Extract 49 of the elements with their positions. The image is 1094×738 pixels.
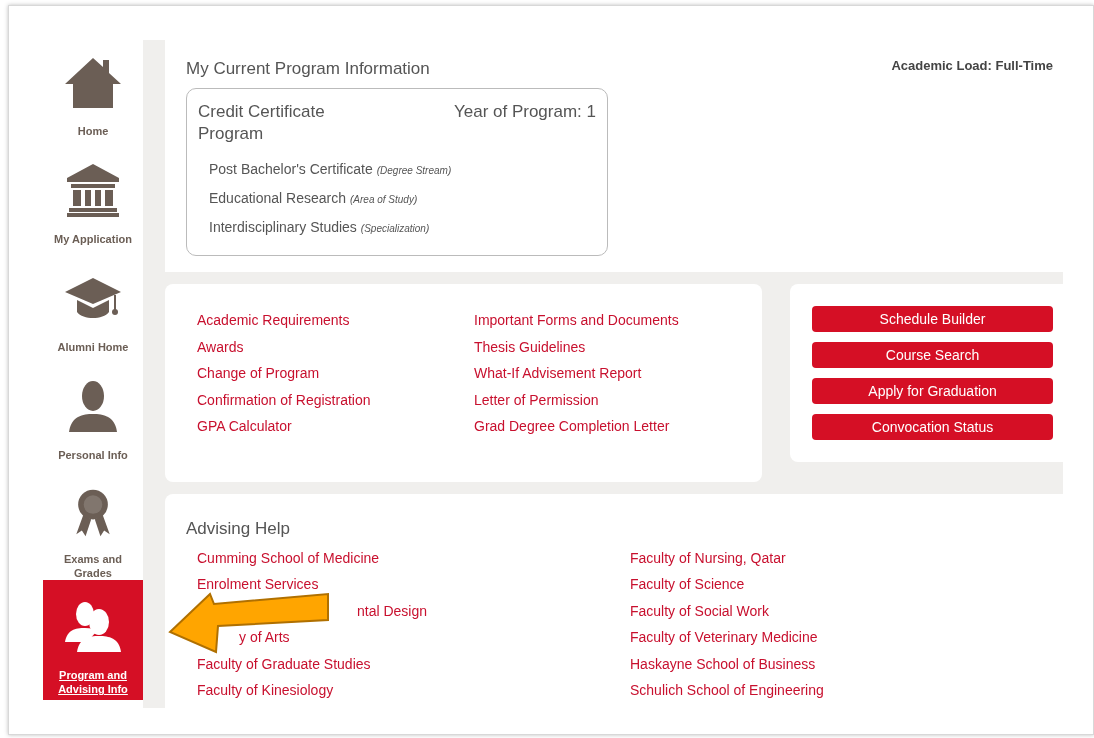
advising-link[interactable]: Faculty of Veterinary Medicine (630, 628, 818, 647)
link[interactable]: Grad Degree Completion Letter (474, 417, 679, 436)
year-of-program: Year of Program: 1 (453, 100, 596, 123)
academic-load: Academic Load: Full-Time (891, 57, 1053, 75)
advising-link[interactable]: y of Arts (239, 628, 290, 647)
action-button[interactable]: Schedule Builder (812, 306, 1053, 332)
detail-note: (Specialization) (360, 221, 430, 236)
link[interactable]: Awards (197, 337, 474, 356)
sidebar-item[interactable]: Alumni Home (43, 256, 143, 364)
link[interactable]: Confirmation of Registration (197, 390, 474, 409)
section-title: Advising Help (186, 519, 290, 538)
program-detail: Educational Research (209, 188, 346, 208)
detail-note: (Area of Study) (350, 192, 418, 207)
action-button[interactable]: Course Search (812, 342, 1053, 368)
sidebar-item[interactable]: Personal Info (43, 364, 143, 472)
advising-link[interactable]: Faculty of Nursing, Qatar (630, 548, 786, 568)
program-detail: Interdisciplinary Studies (209, 217, 357, 237)
advising-link[interactable]: Cumming School of Medicine (197, 548, 380, 568)
advising-link[interactable]: Haskayne School of Business (630, 654, 816, 674)
detail-note: (Degree Stream) (376, 163, 452, 178)
sidebar-label: Home (77, 124, 109, 138)
section-title: My Current Program Information (186, 58, 431, 80)
sidebar-item[interactable]: Program and Advising Info (43, 580, 143, 700)
action-button[interactable]: Convocation Status (812, 414, 1053, 440)
advising-link[interactable]: Faculty of Social Work (630, 601, 769, 621)
advising-link[interactable]: ntal Design (357, 601, 428, 621)
advising-link[interactable]: Faculty of Science (630, 575, 745, 594)
sidebar-label: My Application (54, 232, 132, 246)
advising-link[interactable]: Enrolment Services (197, 575, 319, 594)
link[interactable]: Letter of Permission (474, 390, 679, 409)
advising-link[interactable]: Faculty of Kinesiology (197, 681, 334, 700)
advising-link[interactable]: Faculty of Graduate Studies (197, 654, 371, 674)
sidebar-label: Alumni Home (57, 340, 129, 354)
advising-link[interactable]: Schulich School of Engineering (630, 681, 824, 700)
sidebar-label: Personal Info (58, 448, 128, 462)
program-detail: Post Bachelor's Certificate (209, 159, 373, 179)
sidebar-label: Exams and Grades (62, 552, 124, 580)
link[interactable]: Academic Requirements (197, 311, 474, 330)
link[interactable]: Important Forms and Documents (474, 311, 679, 330)
link[interactable]: Change of Program (197, 364, 474, 383)
sidebar-label: Program and Advising Info (57, 668, 129, 696)
action-button[interactable]: Apply for Graduation (812, 378, 1053, 404)
sidebar-item[interactable]: My Application (43, 148, 143, 256)
program-name: Credit Certificate Program (198, 100, 326, 145)
link[interactable]: GPA Calculator (197, 417, 474, 436)
sidebar-item[interactable]: Exams and Grades (43, 472, 143, 580)
link[interactable]: Thesis Guidelines (474, 337, 679, 356)
link[interactable]: What-If Advisement Report (474, 364, 679, 383)
sidebar-item[interactable]: Home (43, 40, 143, 148)
